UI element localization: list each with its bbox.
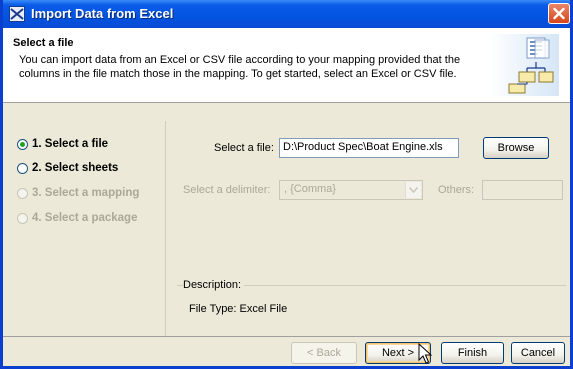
- delimiter-select: , {Comma}: [279, 180, 423, 200]
- chevron-down-icon: [405, 182, 421, 198]
- delimiter-label: Select a delimiter:: [183, 184, 271, 196]
- title-bar[interactable]: Import Data from Excel: [3, 0, 570, 28]
- others-field: [482, 180, 563, 200]
- back-button: < Back: [291, 342, 357, 364]
- header-description: You can import data from an Excel or CSV…: [19, 54, 461, 80]
- delimiter-value: , {Comma}: [284, 183, 336, 195]
- radio-checked-icon: [17, 138, 28, 150]
- app-icon: [9, 6, 25, 22]
- window-title: Import Data from Excel: [31, 6, 174, 21]
- close-button[interactable]: [548, 3, 570, 24]
- step-label: 3. Select a mapping: [32, 187, 140, 199]
- step-select-file[interactable]: 1. Select a file: [17, 135, 108, 153]
- step-label: 4. Select a package: [32, 212, 138, 224]
- description-group: Description: File Type: Excel File: [177, 279, 566, 325]
- cancel-button[interactable]: Cancel: [511, 342, 565, 364]
- file-path-field[interactable]: D:\Product Spec\Boat Engine.xls: [279, 138, 459, 158]
- step-select-mapping: 3. Select a mapping: [17, 184, 139, 202]
- radio-icon: [17, 187, 28, 199]
- close-icon: [553, 7, 565, 20]
- header-title: Select a file: [13, 37, 74, 49]
- import-dialog: Import Data from Excel Select a file You…: [0, 0, 573, 369]
- radio-icon: [17, 162, 28, 174]
- file-label: Select a file:: [214, 142, 274, 154]
- step-label: 1. Select a file: [32, 138, 109, 150]
- wizard-steps-panel: 1. Select a file 2. Select sheets 3. Sel…: [3, 121, 166, 336]
- wizard-header: Select a file You can import data from a…: [3, 28, 570, 103]
- radio-icon: [17, 212, 28, 224]
- description-text: File Type: Excel File: [189, 303, 288, 315]
- others-label: Others:: [438, 184, 475, 196]
- footer-divider: [3, 336, 570, 337]
- spreadsheet-mapping-icon: [489, 34, 559, 96]
- mouse-pointer-icon: [418, 343, 432, 364]
- step-select-sheets[interactable]: 2. Select sheets: [17, 159, 118, 177]
- finish-button[interactable]: Finish: [441, 342, 504, 364]
- step-label: 2. Select sheets: [32, 162, 119, 174]
- step-select-package: 4. Select a package: [17, 209, 137, 227]
- browse-button[interactable]: Browse: [483, 137, 549, 159]
- description-label: Description:: [183, 279, 245, 291]
